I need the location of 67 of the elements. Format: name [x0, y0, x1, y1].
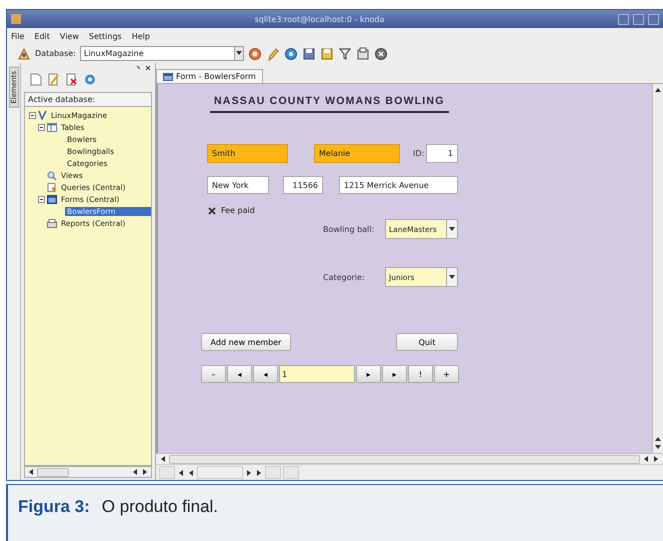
record-field[interactable]: 1: [279, 365, 355, 383]
horizontal-scrollbar[interactable]: [156, 453, 663, 464]
ring-icon[interactable]: [248, 46, 262, 60]
expand-toggle[interactable]: [29, 112, 36, 118]
text-field[interactable]: 1: [426, 144, 458, 163]
menu-item[interactable]: Help: [132, 30, 150, 42]
menu-item[interactable]: View: [60, 30, 79, 42]
ring-icon[interactable]: [84, 73, 96, 86]
scroll-arrow-icon[interactable]: [27, 468, 35, 476]
form-icon: [47, 194, 57, 204]
report-icon: [47, 218, 57, 228]
expand-toggle[interactable]: [38, 124, 45, 130]
caption-label: Figura 3:: [18, 497, 90, 517]
dock-buttons-icon[interactable]: [136, 65, 152, 71]
caret-icon: [449, 274, 455, 280]
document-tab[interactable]: Form - BowlersForm: [156, 69, 263, 83]
caption-text: O produto final.: [102, 497, 218, 517]
tree-header: Active database:: [24, 92, 152, 107]
checkbox[interactable]: [208, 206, 216, 214]
form-button[interactable]: Quit: [396, 333, 458, 351]
table-icon: [47, 122, 57, 132]
printer-icon[interactable]: [356, 46, 370, 60]
text-field[interactable]: 1215 Merrick Avenue: [339, 176, 458, 194]
caret-icon: [449, 226, 455, 232]
database-dropdown[interactable]: LinuxMagazine: [80, 46, 244, 61]
scroll-arrow-icon[interactable]: [159, 455, 167, 463]
menu-item[interactable]: Settings: [88, 30, 122, 42]
navigator-button[interactable]: !: [408, 365, 433, 383]
navigator-button[interactable]: ▸: [382, 365, 407, 383]
window-title: sqlite3:root@localhost:0 - knoda: [254, 14, 386, 24]
navigator-button[interactable]: +: [434, 365, 459, 383]
navigator-button[interactable]: ▸: [356, 365, 381, 383]
filter-icon[interactable]: [338, 46, 352, 60]
menu-item[interactable]: File: [11, 30, 24, 42]
expand-toggle[interactable]: [38, 196, 45, 202]
menu-item[interactable]: Edit: [34, 30, 50, 42]
form-heading: NASSAU COUNTY WOMANS BOWLING: [210, 95, 449, 113]
delete-icon[interactable]: [66, 73, 78, 86]
form-icon: [163, 72, 173, 80]
field-label: ID:: [413, 149, 424, 158]
record-field[interactable]: [197, 466, 243, 479]
caret-icon: [236, 51, 242, 56]
field-label: Categorie:: [323, 273, 365, 282]
navigator-button[interactable]: –: [201, 365, 226, 383]
close-icon[interactable]: [374, 46, 388, 60]
database-label: Database:: [35, 49, 76, 58]
form-button[interactable]: Add new member: [201, 333, 291, 351]
pencil-icon[interactable]: [266, 46, 280, 60]
text-field[interactable]: Smith: [207, 144, 288, 163]
magnifier-icon: [47, 170, 57, 180]
checkbox-label: Fee paid: [221, 206, 255, 215]
text-field[interactable]: Melanie: [314, 144, 400, 163]
wizard-icon[interactable]: [17, 46, 31, 60]
horizontal-scrollbar[interactable]: [24, 466, 152, 478]
app-icon: [11, 14, 21, 24]
field-label: Bowling ball:: [323, 225, 374, 234]
navigator-button[interactable]: ◂: [253, 365, 278, 383]
ring-icon[interactable]: [284, 46, 298, 60]
new-page-icon[interactable]: [30, 73, 42, 86]
database-icon: [38, 110, 47, 120]
text-field[interactable]: New York: [207, 176, 269, 194]
vertical-scrollbar[interactable]: [652, 84, 663, 453]
query-icon: [47, 182, 57, 192]
pencil-icon[interactable]: [48, 73, 60, 86]
text-field[interactable]: 11566: [283, 176, 323, 194]
navigator-button[interactable]: ◂: [227, 365, 252, 383]
scroll-arrow-icon[interactable]: [654, 86, 662, 94]
